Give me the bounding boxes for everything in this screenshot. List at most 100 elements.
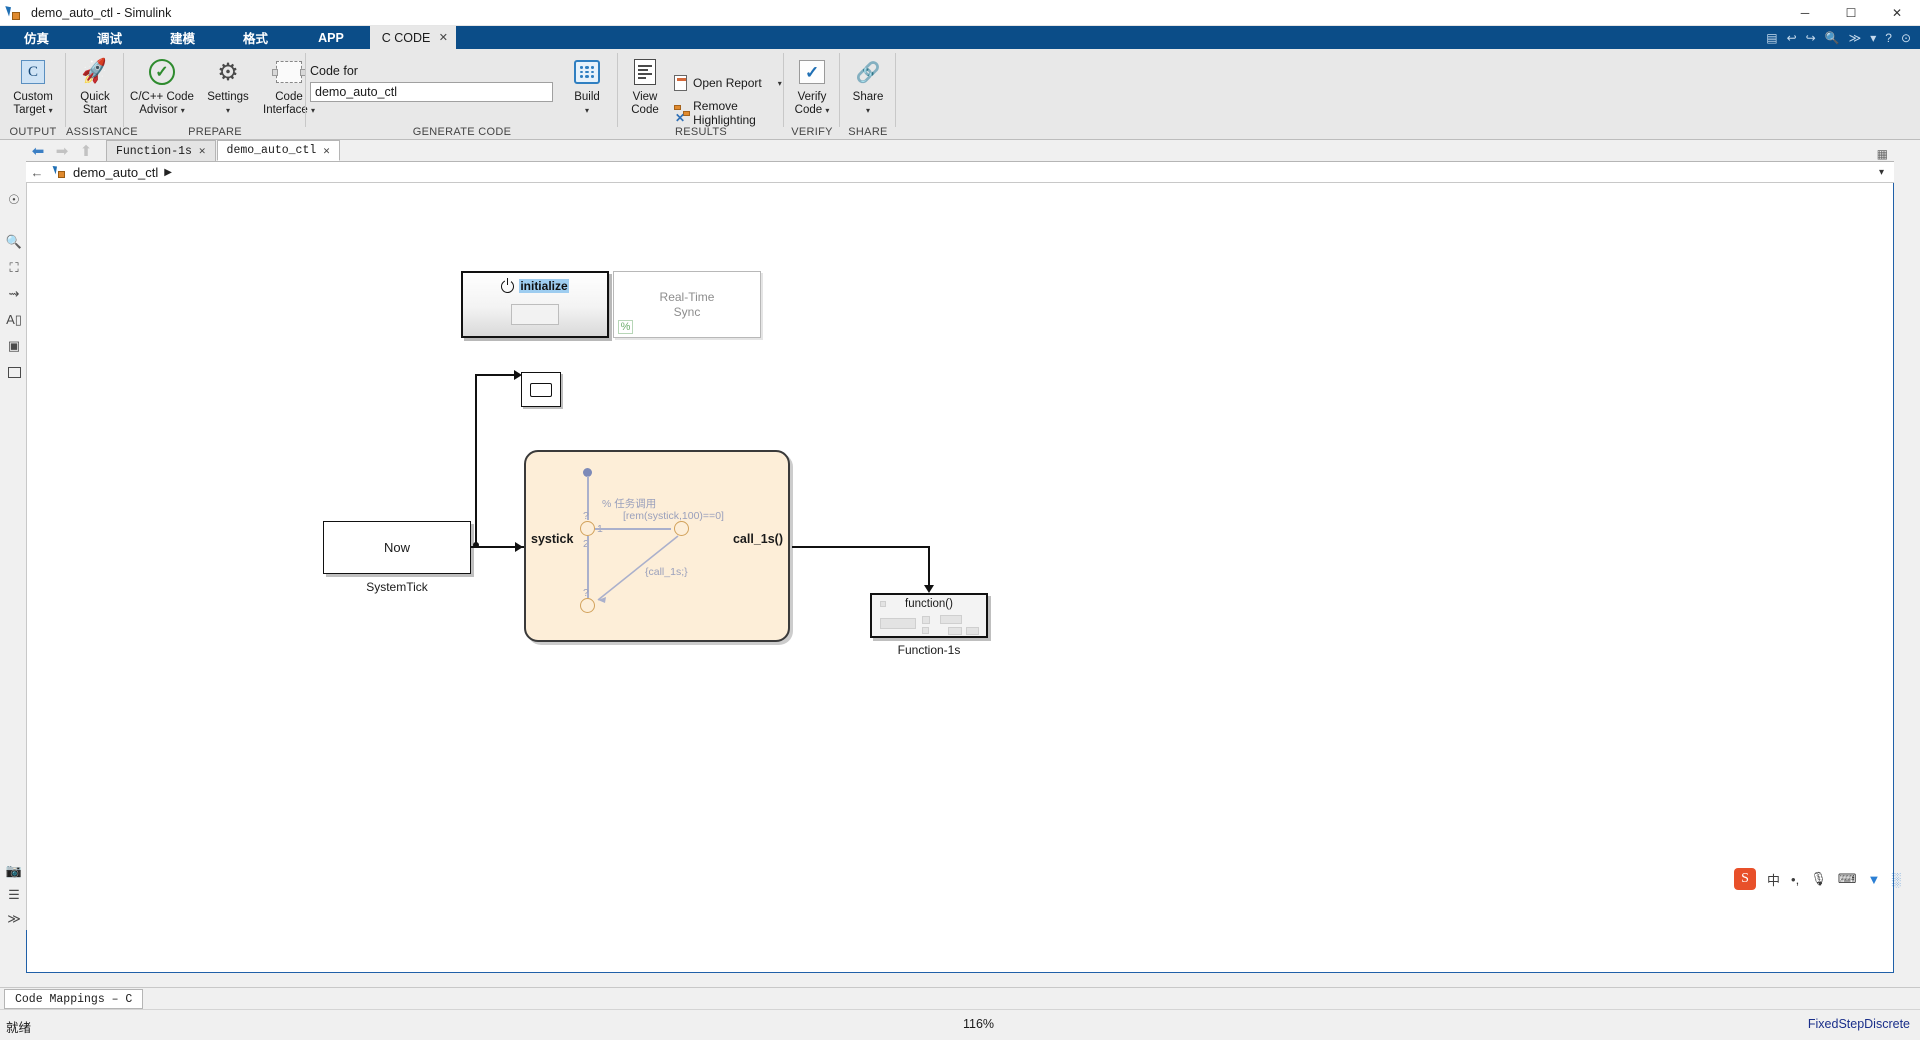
build-label: Build	[574, 91, 600, 103]
ribbon-group-share: 🔗 Share ▾ SHARE	[840, 49, 896, 140]
settings-caret-icon[interactable]: ▾	[226, 106, 230, 115]
nav-back-icon[interactable]: ⬅	[26, 141, 50, 161]
custom-target-caret-icon[interactable]: ▾	[49, 106, 53, 115]
model-canvas[interactable]: initialize Real-Time Sync % Now SystemTic…	[26, 183, 1894, 973]
ribbon-group-generate-code: Code for Build ▾ GENERATE CODE	[306, 49, 618, 140]
code-mappings-tab[interactable]: Code Mappings – C	[4, 989, 144, 1009]
layout-grid-icon[interactable]: ▦	[1877, 147, 1888, 161]
ime-mic-icon[interactable]: 🎙	[1810, 871, 1827, 887]
model-tab-demo-auto-ctl-close-icon[interactable]: ✕	[323, 144, 330, 158]
code-advisor-label-1: C/C++ Code	[130, 91, 194, 103]
build-button[interactable]: Build ▾	[556, 53, 618, 117]
model-tab-function-1s[interactable]: Function-1s ✕	[106, 140, 216, 161]
code-interface-label-1: Code	[275, 91, 303, 103]
tab-c-code-close-icon[interactable]: ✕	[439, 31, 448, 44]
wire-chart-out-horizontal	[792, 546, 930, 548]
wire-to-scope-vertical	[475, 374, 477, 547]
fit-to-view-icon[interactable]: ⛶	[1, 255, 27, 281]
nav-up-icon[interactable]: ⬆	[74, 141, 98, 161]
layers-icon[interactable]: ☰	[1, 882, 27, 908]
open-report-button[interactable]: Open Report ▾	[674, 75, 782, 91]
group-label-output: OUTPUT	[9, 126, 57, 138]
function-1s-block[interactable]: function() Function-1s	[870, 593, 988, 657]
grid-icon[interactable]: ▤	[1766, 31, 1777, 45]
verify-code-caret-icon[interactable]: ▾	[825, 106, 829, 115]
initialize-block[interactable]: initialize	[461, 271, 609, 338]
camera-icon[interactable]: 📷	[1, 858, 27, 884]
title-bar: demo_auto_ctl - Simulink ─ ☐ ✕	[0, 0, 1920, 26]
redo-icon[interactable]: ↪	[1806, 31, 1816, 45]
image-icon[interactable]: ▣	[1, 333, 27, 359]
group-label-results: RESULTS	[674, 126, 728, 138]
tab-c-code[interactable]: C CODE ✕	[370, 26, 456, 49]
breadcrumb-back-icon[interactable]: ←	[26, 165, 48, 180]
gear-icon: ⚙	[217, 58, 239, 86]
settings-icon[interactable]: ⊙	[1901, 31, 1911, 45]
tab-format[interactable]: 格式	[219, 26, 292, 49]
quick-start-button[interactable]: 🚀 Quick Start	[58, 53, 132, 117]
code-for-input[interactable]	[310, 82, 553, 102]
ribbon-group-assistance: 🚀 Quick Start ASSISTANCE	[66, 49, 138, 140]
comment-badge-icon: %	[618, 320, 633, 334]
build-caret-icon[interactable]: ▾	[585, 106, 589, 115]
model-tab-function-1s-close-icon[interactable]: ✕	[199, 144, 206, 158]
arrow-line-icon[interactable]: ⇝	[1, 281, 27, 307]
code-advisor-button[interactable]: ✓ C/C++ Code Advisor ▾	[124, 53, 200, 117]
undo-icon[interactable]: ↩	[1787, 31, 1797, 45]
ime-logo-icon[interactable]: S	[1734, 868, 1756, 890]
breadcrumb-arrow-icon: ▶	[164, 166, 172, 178]
stateflow-chart-block[interactable]: systick call_1s() % 任务调用 ? 1 2 [rem(syst…	[524, 450, 790, 642]
view-code-button[interactable]: View Code	[620, 53, 670, 117]
expand-palette-icon[interactable]: ≫	[1, 906, 27, 932]
real-time-sync-block[interactable]: Real-Time Sync %	[613, 271, 761, 338]
document-icon	[634, 56, 656, 88]
nav-forward-icon[interactable]: ➡	[50, 141, 74, 161]
check-circle-icon: ✓	[149, 56, 175, 88]
ime-apps-icon[interactable]: ░	[1891, 872, 1900, 887]
overflow-icon[interactable]: ≫	[1849, 31, 1862, 45]
group-label-prepare: PREPARE	[188, 126, 242, 138]
code-advisor-caret-icon[interactable]: ▾	[181, 106, 185, 115]
solver-label[interactable]: FixedStepDiscrete	[1808, 1017, 1910, 1031]
quick-start-label-2: Start	[82, 104, 108, 116]
ime-mode-icon[interactable]: 中	[1767, 870, 1780, 889]
remove-highlighting-button[interactable]: ✕ Remove Highlighting	[674, 99, 784, 127]
quick-start-label-1: Quick	[80, 91, 110, 103]
model-tab-demo-auto-ctl[interactable]: demo_auto_ctl ✕	[216, 140, 340, 161]
zoom-level[interactable]: 116%	[963, 1017, 994, 1031]
tab-modeling[interactable]: 建模	[146, 26, 219, 49]
tab-app[interactable]: APP	[292, 26, 370, 49]
text-annotation-icon[interactable]: A▯	[1, 307, 27, 333]
simulink-icon	[5, 3, 23, 21]
box-icon[interactable]	[1, 359, 27, 385]
verify-code-label-1: Verify	[797, 91, 827, 103]
help-icon[interactable]: ?	[1885, 31, 1892, 45]
system-tick-label: SystemTick	[366, 580, 428, 594]
status-text: 就绪	[6, 1021, 32, 1035]
scope-block[interactable]	[521, 372, 561, 407]
status-bar: 就绪 116% FixedStepDiscrete	[0, 1009, 1920, 1040]
tab-simulation[interactable]: 仿真	[0, 26, 73, 49]
tab-debug[interactable]: 调试	[73, 26, 146, 49]
breadcrumb-model-name[interactable]: demo_auto_ctl	[73, 165, 158, 180]
verify-icon: ✓	[799, 56, 825, 88]
minimize-button[interactable]: ─	[1782, 0, 1828, 26]
ime-punctuation-icon[interactable]: •,	[1791, 872, 1799, 887]
chevron-down-icon[interactable]: ▾	[1870, 31, 1876, 45]
ime-keyboard-icon[interactable]: ⌨	[1838, 871, 1857, 887]
close-button[interactable]: ✕	[1874, 0, 1920, 26]
settings-button[interactable]: ⚙ Settings ▾	[200, 53, 256, 117]
pointer-icon[interactable]: ☉	[1, 187, 27, 213]
zoom-icon[interactable]: 🔍	[1, 229, 27, 255]
open-report-label: Open Report	[693, 76, 762, 90]
search-icon[interactable]: 🔍	[1825, 31, 1840, 45]
verify-code-label-2: Code	[794, 104, 823, 116]
share-caret-icon[interactable]: ▾	[866, 106, 870, 115]
breadcrumb-chevron-down-icon[interactable]: ▾	[1879, 167, 1884, 178]
function-1s-title: function()	[905, 598, 953, 610]
maximize-button[interactable]: ☐	[1828, 0, 1874, 26]
ime-tools-icon[interactable]: ▼	[1867, 872, 1880, 887]
system-tick-block[interactable]: Now SystemTick	[323, 521, 471, 594]
share-button[interactable]: 🔗 Share ▾	[831, 53, 905, 117]
arrow-to-scope-icon	[514, 370, 522, 380]
